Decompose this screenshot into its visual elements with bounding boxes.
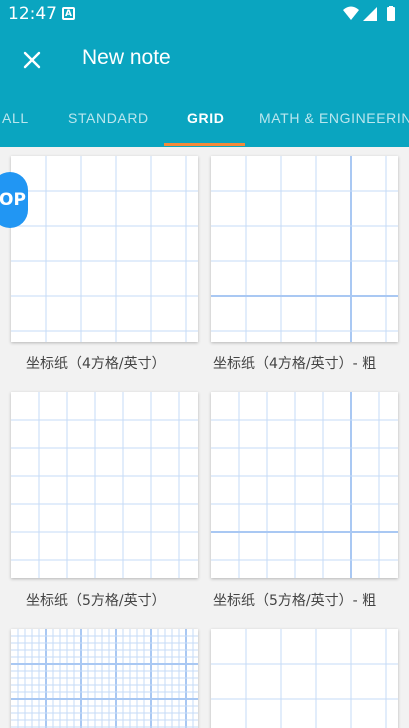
scroll-top-badge[interactable]: OP <box>0 172 28 228</box>
status-time: 12:47 <box>8 4 57 24</box>
signal-icon <box>363 7 377 21</box>
tab-math-engineering[interactable]: MATH & ENGINEERING <box>259 92 409 147</box>
tab-grid[interactable]: GRID <box>187 92 224 147</box>
template-card-grid-4[interactable] <box>11 156 198 342</box>
template-tabs: ALL STANDARD GRID MATH & ENGINEERING <box>0 92 409 147</box>
template-card-grid-5[interactable] <box>11 392 198 578</box>
wifi-icon <box>343 6 359 20</box>
toolbar: New note <box>0 28 409 92</box>
template-card-grid[interactable] <box>211 629 398 728</box>
grid-paper-thumbnail <box>11 156 198 342</box>
close-button[interactable] <box>16 44 48 76</box>
battery-icon <box>387 7 395 21</box>
grid-paper-thumbnail <box>11 629 198 728</box>
template-card-grid-5-bold[interactable] <box>211 392 398 578</box>
page-title: New note <box>82 46 171 69</box>
tab-all[interactable]: ALL <box>2 92 29 147</box>
tab-standard[interactable]: STANDARD <box>68 92 149 147</box>
template-label: 坐标纸（5方格/英寸）- 粗 <box>213 593 377 609</box>
grid-paper-thumbnail <box>211 629 398 728</box>
active-tab-indicator <box>164 143 245 146</box>
template-grid: 坐标纸（4方格/英寸） 坐标纸（4方格/英寸）- 粗 坐标纸（5方格/英寸） 坐… <box>0 147 409 728</box>
notification-icon: A <box>62 7 75 20</box>
close-icon <box>23 51 41 69</box>
app-bar: 12:47 A New note ALL STANDARD GRID MATH … <box>0 0 409 147</box>
grid-paper-thumbnail <box>11 392 198 578</box>
template-card-fine-grid[interactable] <box>11 629 198 728</box>
grid-paper-thumbnail <box>211 392 398 578</box>
template-card-grid-4-bold[interactable] <box>211 156 398 342</box>
template-label: 坐标纸（4方格/英寸）- 粗 <box>213 356 377 372</box>
badge-text: OP <box>0 190 26 210</box>
grid-paper-thumbnail <box>211 156 398 342</box>
template-label: 坐标纸（5方格/英寸） <box>26 593 166 609</box>
status-icons <box>343 6 395 21</box>
template-label: 坐标纸（4方格/英寸） <box>26 356 166 372</box>
status-bar: 12:47 A <box>0 0 409 28</box>
